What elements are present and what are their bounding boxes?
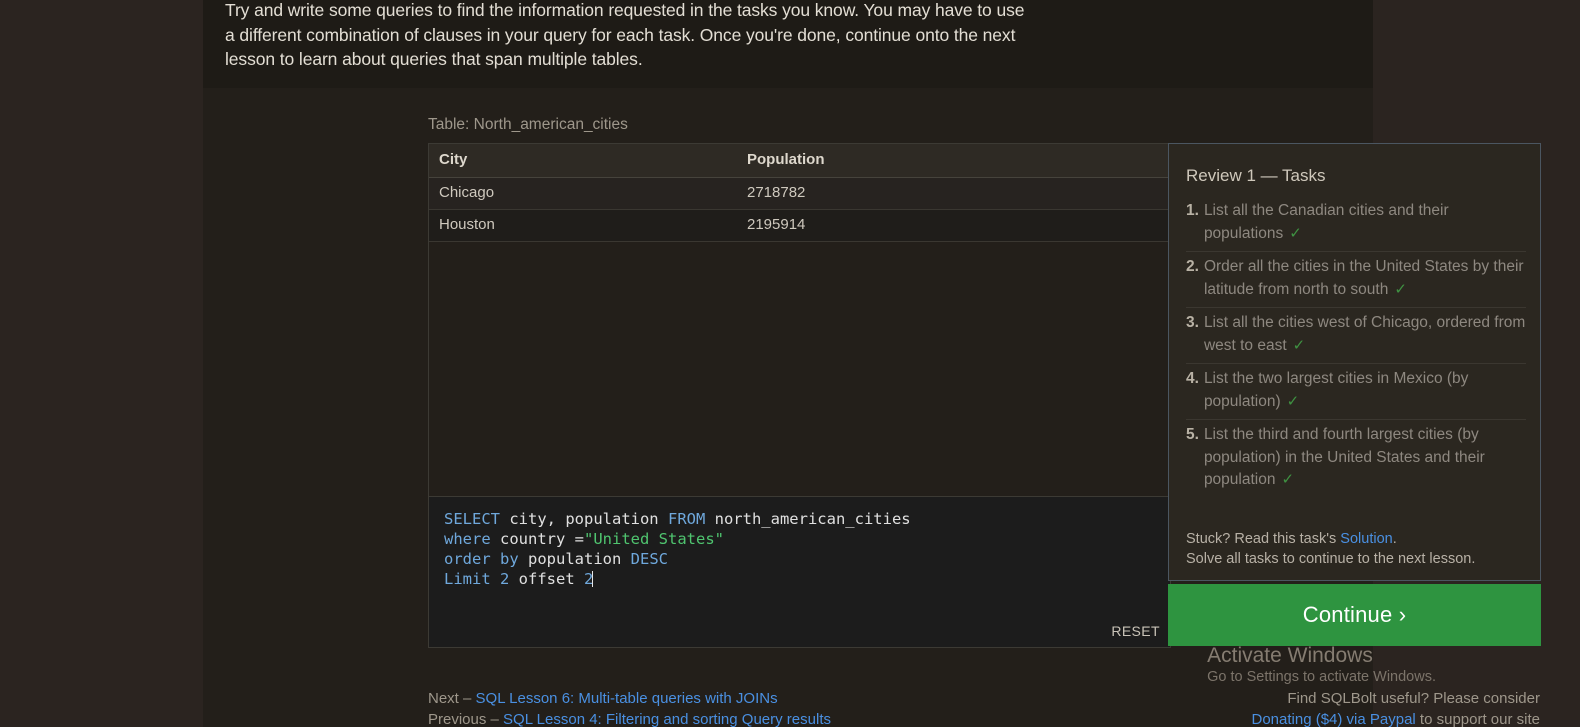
sql-keyword-where: where bbox=[444, 530, 491, 548]
task-text: Order all the cities in the United State… bbox=[1203, 258, 1524, 298]
lesson-intro-text: Try and write some queries to find the i… bbox=[225, 0, 1025, 69]
sql-where-field: country bbox=[490, 530, 575, 548]
task-number: 3. bbox=[1186, 314, 1199, 331]
task-number: 1. bbox=[1186, 202, 1199, 219]
task-number: 5. bbox=[1186, 426, 1199, 443]
footer-right: Find SQLBolt useful? Please consider Don… bbox=[1252, 688, 1541, 727]
sql-string-literal: "United States" bbox=[584, 530, 724, 548]
stuck-hint: Stuck? Read this task's Solution. bbox=[1186, 529, 1397, 549]
column-header-city: City bbox=[429, 144, 737, 178]
stuck-suffix-text: . bbox=[1392, 531, 1397, 547]
footer-nav: Next – SQL Lesson 6: Multi-table queries… bbox=[428, 688, 1541, 727]
prev-prefix: Previous – bbox=[428, 711, 504, 727]
donate-line: Donating ($4) via Paypal to support our … bbox=[1252, 709, 1541, 727]
solve-note: Solve all tasks to continue to the next … bbox=[1186, 551, 1476, 567]
list-item[interactable]: 3. List all the cities west of Chicago, … bbox=[1186, 308, 1526, 364]
sql-keyword-offset: offset bbox=[509, 570, 584, 588]
list-item[interactable]: 5. List the third and fourth largest cit… bbox=[1186, 420, 1526, 498]
task-number: 4. bbox=[1186, 370, 1199, 387]
task-number: 2. bbox=[1186, 258, 1199, 275]
sql-editor[interactable]: SELECT city, population FROM north_ameri… bbox=[429, 496, 1170, 647]
previous-lesson-link[interactable]: SQL Lesson 4: Filtering and sorting Quer… bbox=[503, 711, 831, 727]
task-text: List all the cities west of Chicago, ord… bbox=[1203, 314, 1526, 354]
sql-keyword-order: order bbox=[444, 550, 491, 568]
solution-link[interactable]: Solution bbox=[1340, 531, 1392, 547]
query-results-area: City Population Chicago 2718782 Houston … bbox=[429, 144, 1170, 496]
task-check-icon: ✓ bbox=[1292, 336, 1306, 354]
task-text: List all the Canadian cities and their p… bbox=[1203, 202, 1449, 242]
sql-keyword-limit: Limit bbox=[444, 570, 491, 588]
task-check-icon: ✓ bbox=[1286, 392, 1300, 410]
table-caption: Table: North_american_cities bbox=[428, 116, 628, 133]
cell-population: 2195914 bbox=[737, 209, 1170, 242]
tasks-panel-title: Review 1 — Tasks bbox=[1186, 166, 1326, 185]
list-item[interactable]: 4. List the two largest cities in Mexico… bbox=[1186, 364, 1526, 420]
sql-table-name: north_american_cities bbox=[705, 510, 911, 528]
donate-suffix: to support our site bbox=[1415, 711, 1540, 727]
next-lesson-link[interactable]: SQL Lesson 6: Multi-table queries with J… bbox=[476, 690, 778, 707]
reset-button[interactable]: RESET bbox=[1111, 623, 1160, 639]
cell-city: Chicago bbox=[429, 177, 737, 210]
continue-button[interactable]: Continue › bbox=[1168, 584, 1541, 646]
sql-keyword-by: by bbox=[490, 550, 519, 568]
support-line: Find SQLBolt useful? Please consider bbox=[1287, 690, 1540, 707]
results-table: City Population Chicago 2718782 Houston … bbox=[429, 144, 1170, 242]
task-check-icon: ✓ bbox=[1281, 471, 1295, 488]
tasks-panel: Review 1 — Tasks 1. List all the Canadia… bbox=[1168, 143, 1541, 581]
list-item[interactable]: 2. Order all the cities in the United St… bbox=[1186, 252, 1526, 308]
sql-keyword-desc: DESC bbox=[630, 550, 668, 568]
exercise-container: City Population Chicago 2718782 Houston … bbox=[428, 143, 1541, 648]
task-text: List the two largest cities in Mexico (b… bbox=[1203, 370, 1469, 410]
next-prefix: Next – bbox=[428, 690, 476, 707]
previous-lesson-line: Previous – SQL Lesson 4: Filtering and s… bbox=[428, 709, 831, 727]
list-item[interactable]: 1. List all the Canadian cities and thei… bbox=[1186, 196, 1526, 252]
sql-keyword-select: SELECT bbox=[444, 510, 500, 528]
table-row: Houston 2195914 bbox=[429, 209, 1170, 242]
sql-keyword-from: FROM bbox=[667, 510, 706, 528]
sql-code-text[interactable]: SELECT city, population FROM north_ameri… bbox=[444, 509, 911, 589]
task-check-icon: ✓ bbox=[1394, 280, 1407, 298]
text-caret bbox=[592, 571, 594, 587]
column-header-population: Population bbox=[737, 144, 1170, 178]
sql-order-field: population bbox=[518, 550, 631, 568]
query-pane: City Population Chicago 2718782 Houston … bbox=[428, 143, 1171, 648]
task-text: List the third and fourth largest cities… bbox=[1203, 426, 1485, 488]
footer-left: Next – SQL Lesson 6: Multi-table queries… bbox=[428, 688, 831, 727]
sql-columns: city, population bbox=[500, 510, 668, 528]
donate-link[interactable]: Donating ($4) via Paypal bbox=[1252, 711, 1416, 727]
cell-population: 2718782 bbox=[737, 177, 1170, 210]
table-row: Chicago 2718782 bbox=[429, 177, 1170, 210]
lesson-intro-band: Try and write some queries to find the i… bbox=[203, 0, 1373, 88]
cell-city: Houston bbox=[429, 209, 737, 242]
results-header-row: City Population bbox=[429, 144, 1170, 178]
task-check-icon: ✓ bbox=[1289, 224, 1302, 242]
task-list: 1. List all the Canadian cities and thei… bbox=[1186, 196, 1526, 498]
sql-limit-value: 2 bbox=[490, 570, 510, 588]
stuck-prefix-text: Stuck? Read this task's bbox=[1186, 531, 1341, 547]
sql-equals-operator: = bbox=[574, 530, 585, 548]
lesson-page: Try and write some queries to find the i… bbox=[203, 0, 1541, 727]
next-lesson-line: Next – SQL Lesson 6: Multi-table queries… bbox=[428, 688, 831, 709]
